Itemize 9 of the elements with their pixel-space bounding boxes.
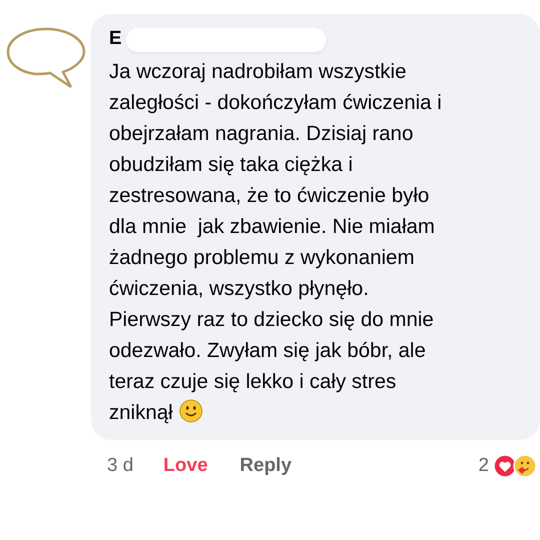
speech-bubble-icon	[4, 26, 88, 90]
timestamp: 3 d	[107, 454, 134, 478]
author-name[interactable]: E	[109, 28, 122, 50]
smiley-emoji-icon	[178, 399, 203, 424]
hug-emoji-icon	[513, 454, 537, 478]
comment-text: Ja wczoraj nadrobiłam wszystkie zaległości - dokończyłam ćwiczenia i obejrzałam nagrania. Dzisiaj rano obudziłam się taka ciężka i zestresowana, że to ćwiczenie było dla mnie jak zbawienie. Nie miałam żadnego problemu z wykonaniem ćwiczenia, wszystko płynęło. Pierwszy raz to dziecko się do mnie odezwało. Zwyłam się jak bóbr, ale teraz czuje się lekko i cały stres zniknął	[109, 59, 443, 426]
reaction-count[interactable]: 2	[478, 452, 489, 481]
react-link[interactable]: Love	[163, 452, 208, 481]
reply-link[interactable]: Reply	[240, 452, 292, 481]
